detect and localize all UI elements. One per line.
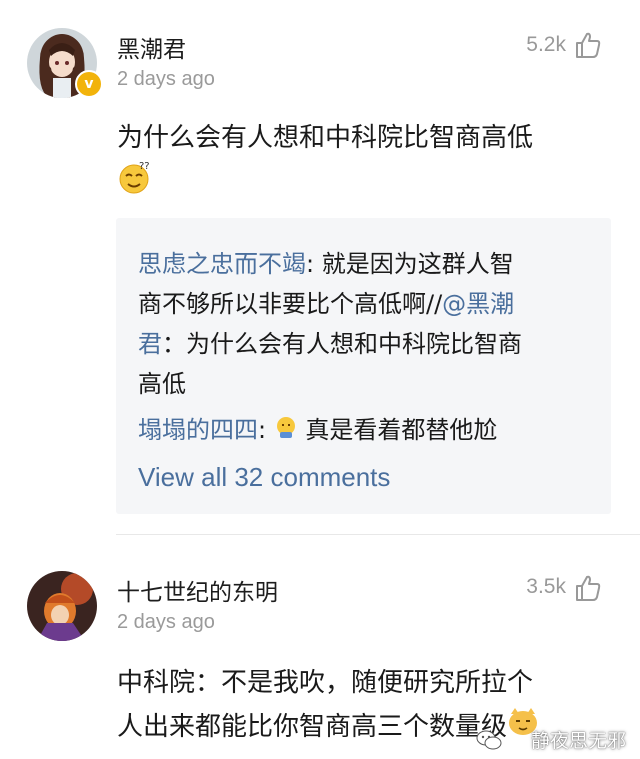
reply-text: 真是看着都替他尬 [297, 416, 498, 444]
reply-separator: : [258, 416, 267, 444]
reply-preview-box[interactable]: 思虑之忠而不竭: 就是因为这群人智 商不够所以非要比个高低啊//@黑潮 君：为什… [116, 218, 611, 514]
reply-text: 高低 [138, 370, 186, 398]
comment-username[interactable]: 十七世纪的东明 [117, 573, 278, 607]
reply-mention[interactable]: @黑潮 [442, 290, 514, 318]
like-count: 5.2k [526, 33, 566, 56]
svg-text:??: ?? [139, 161, 150, 172]
comment-text-line: 人出来都能比你智商高三个数量级 [117, 712, 508, 742]
comment-text-line: 中科院：不是我吹，随便研究所拉个 [117, 668, 534, 698]
reply-username[interactable]: 思虑之忠而不竭 [138, 250, 306, 278]
reply-text: ：为什么会有人想和中科院比智商 [162, 330, 522, 358]
comment-time: 2 days ago [117, 611, 215, 633]
comment-username[interactable]: 黑潮君 [117, 30, 186, 64]
like-count: 3.5k [526, 575, 566, 598]
autumn-character-avatar-icon [27, 571, 97, 641]
comment-time: 2 days ago [117, 68, 215, 90]
thumbs-up-icon[interactable] [573, 30, 603, 60]
watermark-text: 静夜思无邪 [530, 730, 626, 752]
reply-username[interactable]: 塌塌的四四 [138, 416, 258, 444]
reply-separator: : [306, 250, 315, 278]
reply-mention[interactable]: 君 [138, 330, 162, 358]
thinking-face-emoji-icon: ?? [117, 160, 151, 208]
reply-item: 思虑之忠而不竭: 就是因为这群人智 商不够所以非要比个高低啊//@黑潮 君：为什… [138, 244, 598, 404]
comment-text: 为什么会有人想和中科院比智商高低 ?? [117, 116, 617, 208]
thumbs-up-icon[interactable] [573, 573, 603, 603]
view-all-comments-link[interactable]: View all 32 comments [138, 462, 390, 493]
comment-text-line: 为什么会有人想和中科院比智商高低 [117, 123, 534, 153]
reply-item: 塌塌的四四: 真是看着都替他尬 [138, 410, 598, 451]
verified-badge: v [75, 70, 103, 98]
reply-text: 就是因为这群人智 [314, 250, 514, 278]
user-avatar[interactable] [27, 571, 97, 641]
wechat-logo-icon [476, 730, 502, 750]
comment-item: v 黑潮君 2 days ago 5.2k 为什么会有人想和中科院比智商高低 ?… [0, 0, 640, 535]
embarrassed-emoji-icon [274, 411, 298, 451]
reply-text: 商不够所以非要比个高低啊// [138, 290, 443, 318]
